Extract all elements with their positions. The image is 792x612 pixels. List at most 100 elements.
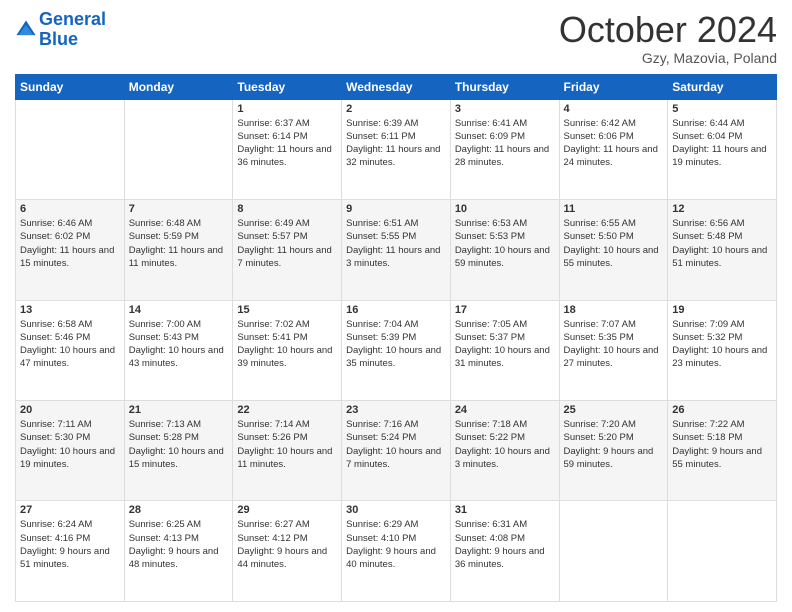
cell-line: Daylight: 11 hours and 7 minutes. <box>237 244 337 271</box>
cell-line: Sunrise: 7:00 AM <box>129 318 229 331</box>
cell-line: Daylight: 10 hours and 7 minutes. <box>346 445 446 472</box>
cell-line: Sunrise: 6:49 AM <box>237 217 337 230</box>
cell-line: Daylight: 10 hours and 11 minutes. <box>237 445 337 472</box>
cell-line: Sunrise: 6:27 AM <box>237 518 337 531</box>
calendar-cell: 25Sunrise: 7:20 AMSunset: 5:20 PMDayligh… <box>559 401 668 501</box>
calendar-subtitle: Gzy, Mazovia, Poland <box>559 50 777 66</box>
cell-line: Sunset: 4:08 PM <box>455 532 555 545</box>
calendar-cell: 30Sunrise: 6:29 AMSunset: 4:10 PMDayligh… <box>342 501 451 602</box>
day-number: 23 <box>346 404 446 416</box>
calendar-cell: 28Sunrise: 6:25 AMSunset: 4:13 PMDayligh… <box>124 501 233 602</box>
cell-line: Sunrise: 6:55 AM <box>564 217 664 230</box>
cell-line: Sunrise: 7:04 AM <box>346 318 446 331</box>
cell-line: Sunset: 6:14 PM <box>237 130 337 143</box>
day-number: 5 <box>672 103 772 115</box>
cell-line: Daylight: 9 hours and 40 minutes. <box>346 545 446 572</box>
calendar-cell: 17Sunrise: 7:05 AMSunset: 5:37 PMDayligh… <box>450 300 559 400</box>
cell-line: Sunset: 5:22 PM <box>455 431 555 444</box>
cell-line: Daylight: 11 hours and 15 minutes. <box>20 244 120 271</box>
calendar-cell: 29Sunrise: 6:27 AMSunset: 4:12 PMDayligh… <box>233 501 342 602</box>
cell-line: Sunset: 5:18 PM <box>672 431 772 444</box>
cell-line: Sunset: 5:26 PM <box>237 431 337 444</box>
cell-line: Daylight: 10 hours and 27 minutes. <box>564 344 664 371</box>
cell-line: Sunset: 5:57 PM <box>237 230 337 243</box>
calendar-cell: 9Sunrise: 6:51 AMSunset: 5:55 PMDaylight… <box>342 200 451 300</box>
title-block: October 2024 Gzy, Mazovia, Poland <box>559 10 777 66</box>
calendar-cell: 26Sunrise: 7:22 AMSunset: 5:18 PMDayligh… <box>668 401 777 501</box>
column-header-wednesday: Wednesday <box>342 74 451 99</box>
day-number: 7 <box>129 203 229 215</box>
day-number: 16 <box>346 304 446 316</box>
calendar-cell: 15Sunrise: 7:02 AMSunset: 5:41 PMDayligh… <box>233 300 342 400</box>
calendar-cell: 5Sunrise: 6:44 AMSunset: 6:04 PMDaylight… <box>668 99 777 199</box>
cell-line: Sunset: 5:20 PM <box>564 431 664 444</box>
day-number: 12 <box>672 203 772 215</box>
cell-line: Daylight: 10 hours and 35 minutes. <box>346 344 446 371</box>
cell-line: Daylight: 11 hours and 36 minutes. <box>237 143 337 170</box>
cell-line: Daylight: 10 hours and 55 minutes. <box>564 244 664 271</box>
calendar-cell: 8Sunrise: 6:49 AMSunset: 5:57 PMDaylight… <box>233 200 342 300</box>
calendar-cell: 22Sunrise: 7:14 AMSunset: 5:26 PMDayligh… <box>233 401 342 501</box>
calendar-cell: 14Sunrise: 7:00 AMSunset: 5:43 PMDayligh… <box>124 300 233 400</box>
cell-line: Daylight: 11 hours and 24 minutes. <box>564 143 664 170</box>
cell-line: Daylight: 10 hours and 39 minutes. <box>237 344 337 371</box>
calendar-week-3: 20Sunrise: 7:11 AMSunset: 5:30 PMDayligh… <box>16 401 777 501</box>
cell-line: Sunrise: 6:51 AM <box>346 217 446 230</box>
calendar-cell: 1Sunrise: 6:37 AMSunset: 6:14 PMDaylight… <box>233 99 342 199</box>
calendar-cell: 31Sunrise: 6:31 AMSunset: 4:08 PMDayligh… <box>450 501 559 602</box>
day-number: 3 <box>455 103 555 115</box>
cell-line: Sunrise: 6:46 AM <box>20 217 120 230</box>
cell-line: Sunset: 5:30 PM <box>20 431 120 444</box>
cell-line: Sunrise: 6:24 AM <box>20 518 120 531</box>
cell-line: Sunrise: 6:53 AM <box>455 217 555 230</box>
cell-line: Sunrise: 6:41 AM <box>455 117 555 130</box>
calendar-week-1: 6Sunrise: 6:46 AMSunset: 6:02 PMDaylight… <box>16 200 777 300</box>
day-number: 30 <box>346 504 446 516</box>
cell-line: Sunset: 6:02 PM <box>20 230 120 243</box>
column-header-friday: Friday <box>559 74 668 99</box>
cell-line: Sunset: 5:48 PM <box>672 230 772 243</box>
cell-line: Sunrise: 7:07 AM <box>564 318 664 331</box>
day-number: 25 <box>564 404 664 416</box>
day-number: 19 <box>672 304 772 316</box>
cell-line: Daylight: 9 hours and 55 minutes. <box>672 445 772 472</box>
cell-line: Sunrise: 7:02 AM <box>237 318 337 331</box>
cell-line: Daylight: 9 hours and 44 minutes. <box>237 545 337 572</box>
cell-line: Sunset: 5:50 PM <box>564 230 664 243</box>
calendar-cell: 19Sunrise: 7:09 AMSunset: 5:32 PMDayligh… <box>668 300 777 400</box>
cell-line: Daylight: 10 hours and 3 minutes. <box>455 445 555 472</box>
cell-line: Sunset: 5:28 PM <box>129 431 229 444</box>
day-number: 28 <box>129 504 229 516</box>
calendar-cell <box>559 501 668 602</box>
day-number: 18 <box>564 304 664 316</box>
cell-line: Sunset: 5:41 PM <box>237 331 337 344</box>
calendar-cell: 13Sunrise: 6:58 AMSunset: 5:46 PMDayligh… <box>16 300 125 400</box>
cell-line: Daylight: 10 hours and 59 minutes. <box>455 244 555 271</box>
calendar-week-2: 13Sunrise: 6:58 AMSunset: 5:46 PMDayligh… <box>16 300 777 400</box>
cell-line: Sunrise: 6:25 AM <box>129 518 229 531</box>
cell-line: Daylight: 9 hours and 48 minutes. <box>129 545 229 572</box>
cell-line: Sunset: 6:04 PM <box>672 130 772 143</box>
cell-line: Sunrise: 6:39 AM <box>346 117 446 130</box>
cell-line: Sunset: 5:59 PM <box>129 230 229 243</box>
cell-line: Sunset: 4:10 PM <box>346 532 446 545</box>
calendar-cell: 18Sunrise: 7:07 AMSunset: 5:35 PMDayligh… <box>559 300 668 400</box>
day-number: 20 <box>20 404 120 416</box>
logo-text: General Blue <box>39 10 106 50</box>
calendar-cell: 27Sunrise: 6:24 AMSunset: 4:16 PMDayligh… <box>16 501 125 602</box>
calendar-cell: 23Sunrise: 7:16 AMSunset: 5:24 PMDayligh… <box>342 401 451 501</box>
logo-icon <box>15 19 37 41</box>
calendar-cell: 7Sunrise: 6:48 AMSunset: 5:59 PMDaylight… <box>124 200 233 300</box>
cell-line: Sunrise: 6:31 AM <box>455 518 555 531</box>
calendar-table: SundayMondayTuesdayWednesdayThursdayFrid… <box>15 74 777 602</box>
cell-line: Sunset: 5:37 PM <box>455 331 555 344</box>
calendar-cell: 12Sunrise: 6:56 AMSunset: 5:48 PMDayligh… <box>668 200 777 300</box>
cell-line: Sunrise: 6:48 AM <box>129 217 229 230</box>
cell-line: Daylight: 11 hours and 19 minutes. <box>672 143 772 170</box>
day-number: 14 <box>129 304 229 316</box>
logo: General Blue <box>15 10 106 50</box>
calendar-cell: 6Sunrise: 6:46 AMSunset: 6:02 PMDaylight… <box>16 200 125 300</box>
cell-line: Daylight: 9 hours and 36 minutes. <box>455 545 555 572</box>
day-number: 9 <box>346 203 446 215</box>
cell-line: Sunset: 5:53 PM <box>455 230 555 243</box>
